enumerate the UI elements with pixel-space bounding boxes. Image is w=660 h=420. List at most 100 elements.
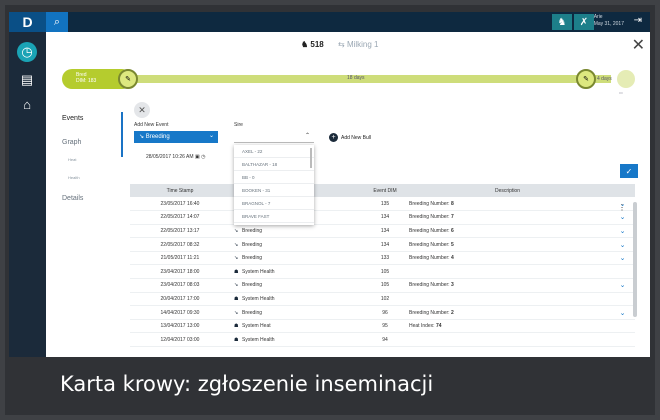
- sire-input[interactable]: ⌃: [234, 131, 314, 143]
- table-row[interactable]: 13/04/2017 13:00 ☗ System Heat 95 Heat Index…: [130, 319, 635, 334]
- expand-chevron-icon[interactable]: [610, 264, 635, 280]
- sidebar: D ◷ ▤ ⌂: [9, 12, 46, 357]
- sire-option[interactable]: BRAVE FAST: [234, 210, 314, 223]
- description-value: 8: [450, 200, 454, 207]
- nav-events[interactable]: Events: [62, 115, 83, 122]
- cell-event: ☗ System Heat: [230, 319, 365, 334]
- form-close-icon[interactable]: ✕: [134, 102, 150, 118]
- clock-icon[interactable]: ◷: [17, 42, 37, 62]
- nav-graph[interactable]: Graph: [62, 139, 81, 146]
- cell-event: ☗ System Health: [230, 292, 365, 307]
- top-bar: ⌕ ♞ ✗ Arie May 31, 2017 ⇥: [46, 12, 650, 32]
- add-new-bull-label: Add New Bull: [341, 134, 372, 141]
- event-type-icon: ↘: [234, 282, 239, 289]
- table-row[interactable]: 22/05/2017 14:07 134 Breeding Number: 7 ⌄: [130, 210, 635, 225]
- sire-option[interactable]: BB - 0: [234, 171, 314, 184]
- table-row[interactable]: 21/05/2017 11:21 ↘ Breeding 133 Breeding Num…: [130, 251, 635, 266]
- cell-event-label: Breeding: [242, 282, 263, 289]
- table-row[interactable]: 14/04/2017 09:30 ↘ Breeding 96 Breeding Numb…: [130, 305, 635, 320]
- home-icon[interactable]: ⌂: [17, 94, 37, 114]
- table-row[interactable]: 23/04/2017 18:00 ☗ System Health 105: [130, 264, 635, 280]
- cell-time-stamp: 22/05/2017 08:32: [130, 237, 230, 252]
- cell-time-stamp: 23/04/2017 18:00: [130, 264, 230, 280]
- expand-chevron-icon[interactable]: ⌄: [610, 251, 635, 266]
- cell-event-label: System Heat: [242, 323, 271, 330]
- expand-chevron-icon[interactable]: ⌄: [610, 210, 635, 225]
- cell-event-label: Breeding: [242, 309, 263, 316]
- table-row[interactable]: 12/04/2017 03:00 ☗ System Health 94: [130, 332, 635, 348]
- nav-details[interactable]: Details: [62, 195, 83, 202]
- sire-option[interactable]: BOOKEN - 31: [234, 184, 314, 197]
- sire-option[interactable]: AXEL - 22: [234, 145, 314, 158]
- close-icon[interactable]: ✕: [632, 35, 645, 55]
- sire-option[interactable]: BALTHAZAR - 18: [234, 158, 314, 171]
- col-event-dim[interactable]: Event DIM: [365, 184, 405, 197]
- expand-chevron-icon[interactable]: ⌄: [610, 237, 635, 252]
- sire-option[interactable]: BRAGNOL - 7: [234, 197, 314, 210]
- breeding-node-icon[interactable]: ✎: [118, 69, 138, 89]
- col-time-stamp[interactable]: Time Stamp: [130, 184, 230, 197]
- event-datetime[interactable]: 28/05/2017 10:26 AM ▣ ◷: [146, 154, 205, 160]
- chevron-down-icon: ⌄: [208, 133, 214, 139]
- user-name: Arie: [593, 14, 603, 20]
- logout-icon[interactable]: ⇥: [634, 15, 642, 26]
- current-date: May 31, 2017: [593, 21, 624, 27]
- expand-chevron-icon[interactable]: ⌄: [610, 305, 635, 320]
- tools-icon[interactable]: ✗: [574, 14, 594, 30]
- table-row[interactable]: 22/05/2017 08:32 ↘ Breeding 134 Breeding Num…: [130, 237, 635, 252]
- table-row[interactable]: 23/04/2017 08:03 ↘ Breeding 105 Breeding Num…: [130, 278, 635, 293]
- cell-event-label: Breeding: [242, 227, 263, 234]
- event-type-icon: ↘: [234, 255, 239, 262]
- event-type-icon: ↘: [234, 241, 239, 248]
- more-vert-icon[interactable]: ⋮: [618, 203, 626, 212]
- description-label: Breeding Number:: [409, 214, 450, 221]
- col-description[interactable]: Description: [405, 184, 610, 197]
- table-row[interactable]: 20/04/2017 17:00 ☗ System Health 102: [130, 292, 635, 307]
- report-icon[interactable]: ▤: [17, 70, 37, 90]
- cell-time-stamp: 20/04/2017 17:00: [130, 292, 230, 307]
- calendar-icon[interactable]: ▣: [195, 154, 200, 160]
- table-scrollbar[interactable]: [633, 202, 637, 317]
- cell-event: ↘ Breeding: [230, 237, 365, 252]
- event-type-select[interactable]: ↘ Breeding ⌄: [134, 131, 218, 143]
- expand-chevron-icon[interactable]: [610, 332, 635, 348]
- description-value: 2: [450, 309, 454, 316]
- confirm-button[interactable]: ✓: [620, 164, 638, 178]
- expand-chevron-icon[interactable]: ⌄: [610, 224, 635, 239]
- cow-icon[interactable]: ♞: [552, 14, 572, 30]
- expand-chevron-icon[interactable]: ⌄: [610, 278, 635, 293]
- table-row[interactable]: 22/05/2017 13:17 ↘ Breeding 134 Breeding Num…: [130, 224, 635, 239]
- cell-time-stamp: 22/05/2017 14:07: [130, 210, 230, 225]
- nav-graph-health[interactable]: Health: [68, 175, 80, 180]
- description-label: Breeding Number:: [409, 200, 450, 207]
- nav-graph-heat[interactable]: Heat: [68, 157, 76, 162]
- expand-chevron-icon[interactable]: [610, 292, 635, 307]
- clock-icon[interactable]: ◷: [201, 154, 205, 160]
- user-info[interactable]: Arie May 31, 2017: [594, 14, 624, 28]
- chevron-up-icon: ⌃: [304, 133, 310, 139]
- event-type-icon: ☗: [234, 336, 239, 343]
- table-row[interactable]: 23/05/2017 16:40 135 Breeding Number: 8 ⌄: [130, 197, 635, 212]
- status-icon: ⇆: [338, 40, 345, 49]
- cell-time-stamp: 21/05/2017 11:21: [130, 251, 230, 266]
- add-new-bull-button[interactable]: + Add New Bull: [329, 133, 371, 142]
- description-label: Heat Index:: [409, 323, 435, 330]
- app-logo[interactable]: D: [9, 12, 46, 32]
- cell-description: Breeding Number: 8: [405, 197, 610, 212]
- cell-event-label: Breeding: [242, 241, 263, 248]
- search-icon[interactable]: ⌕: [46, 12, 68, 32]
- cell-time-stamp: 13/04/2017 13:00: [130, 319, 230, 334]
- calving-node-icon[interactable]: ✎: [576, 69, 596, 89]
- cell-description: [405, 292, 610, 307]
- event-datetime-value: 28/05/2017 10:26 AM: [146, 154, 194, 160]
- cell-description: [405, 332, 610, 348]
- cell-time-stamp: 23/05/2017 16:40: [130, 197, 230, 212]
- cell-description: Heat Index: 74: [405, 319, 610, 334]
- dropdown-scrollbar[interactable]: [310, 148, 312, 168]
- timeline-bar: [126, 75, 611, 83]
- cell-time-stamp: 12/04/2017 03:00: [130, 332, 230, 348]
- description-label: Breeding Number:: [409, 241, 450, 248]
- expand-chevron-icon[interactable]: [610, 319, 635, 334]
- timeline-end-node[interactable]: [617, 70, 635, 88]
- cow-icon: ♞: [301, 40, 309, 49]
